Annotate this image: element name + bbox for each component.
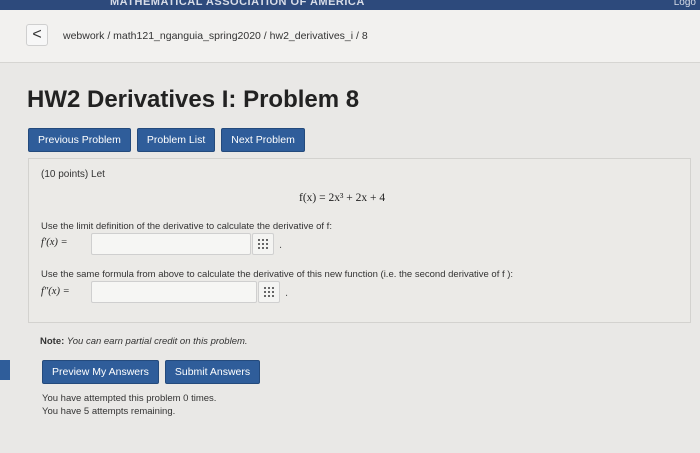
instruction-first-derivative: Use the limit definition of the derivati… — [41, 221, 332, 232]
page-title: HW2 Derivatives I: Problem 8 — [27, 86, 360, 113]
equation-editor-icon[interactable] — [252, 233, 274, 255]
second-derivative-input[interactable] — [91, 281, 257, 303]
preview-answers-button[interactable]: Preview My Answers — [42, 360, 159, 384]
chevron-left-icon: < — [32, 26, 42, 43]
problem-list-button[interactable]: Problem List — [136, 128, 216, 152]
attempts-count: You have attempted this problem 0 times. — [42, 393, 217, 404]
period-mark: . — [285, 287, 289, 299]
partial-credit-note: Note: You can earn partial credit on thi… — [40, 336, 248, 347]
attempts-remaining: You have 5 attempts remaining. — [42, 406, 176, 417]
top-banner: MATHEMATICAL ASSOCIATION OF AMERICA Logo — [0, 0, 700, 10]
breadcrumb-bar: < webwork / math121_nganguia_spring2020 … — [0, 10, 700, 63]
attempts-info: You have attempted this problem 0 times.… — [42, 392, 216, 418]
note-label: Note: — [40, 336, 65, 347]
first-derivative-label: f′(x) = — [41, 237, 68, 248]
first-derivative-input[interactable] — [91, 233, 251, 255]
breadcrumb[interactable]: webwork / math121_nganguia_spring2020 / … — [63, 30, 368, 42]
back-button[interactable]: < — [26, 24, 48, 46]
second-derivative-label: f″(x) = — [41, 286, 70, 297]
left-edge-marker — [0, 360, 10, 380]
function-equation: f(x) = 2x³ + 2x + 4 — [299, 192, 386, 204]
banner-text: MATHEMATICAL ASSOCIATION OF AMERICA — [110, 0, 365, 8]
submit-answers-button[interactable]: Submit Answers — [164, 360, 261, 384]
equation-editor-icon[interactable] — [258, 281, 280, 303]
period-mark: . — [279, 239, 283, 251]
banner-logo-text: Logo — [673, 0, 696, 8]
previous-problem-button[interactable]: Previous Problem — [28, 128, 131, 152]
next-problem-button[interactable]: Next Problem — [221, 128, 305, 152]
instruction-second-derivative: Use the same formula from above to calcu… — [41, 269, 514, 280]
problem-nav: Previous Problem Problem List Next Probl… — [28, 128, 305, 152]
submit-row: Preview My Answers Submit Answers — [42, 360, 261, 384]
points-text: (10 points) Let — [41, 169, 105, 180]
note-text: You can earn partial credit on this prob… — [66, 336, 248, 347]
problem-box: (10 points) Let f(x) = 2x³ + 2x + 4 Use … — [28, 158, 691, 323]
